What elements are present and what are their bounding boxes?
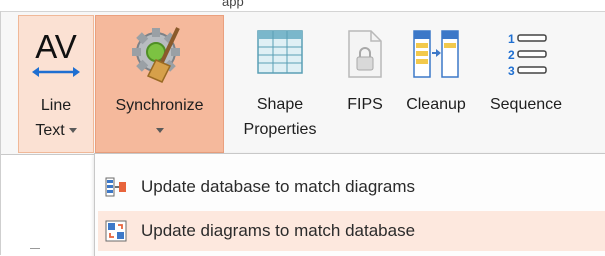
left-panel-divider	[30, 248, 40, 249]
svg-text:1: 1	[508, 32, 515, 46]
menu-item-update-database[interactable]: Update database to match diagrams	[98, 167, 605, 207]
cleanup-label: Cleanup	[398, 92, 474, 117]
svg-text:AV: AV	[35, 28, 77, 65]
synchronize-label: Synchronize	[96, 93, 223, 143]
table-grid-icon	[254, 21, 306, 90]
cleanup-button[interactable]: Cleanup	[398, 15, 474, 153]
numbered-list-icon: 1 2 3	[500, 21, 552, 90]
partial-title-text: app	[222, 0, 244, 9]
fips-label: FIPS	[337, 92, 393, 117]
chevron-down-icon	[155, 128, 164, 134]
line-text-label-line2: Text	[35, 122, 65, 139]
columns-transfer-icon	[408, 21, 464, 90]
diagram-to-database-icon	[105, 176, 127, 198]
shape-properties-label: Shape Properties	[228, 92, 332, 142]
synchronize-dropdown-menu: Update database to match diagrams Update…	[94, 153, 605, 256]
chevron-down-icon	[68, 128, 77, 134]
sequence-label-line1: Sequence	[489, 96, 563, 113]
shape-properties-button[interactable]: Shape Properties	[228, 15, 332, 153]
fips-label-line1: FIPS	[347, 96, 383, 113]
synchronize-button[interactable]: Synchronize	[95, 15, 224, 153]
svg-text:3: 3	[508, 64, 515, 78]
gear-broom-icon	[128, 22, 192, 91]
fips-button[interactable]: FIPS	[337, 15, 393, 153]
menu-item-label: Update diagrams to match database	[141, 221, 416, 240]
synchronize-label-line1: Synchronize	[115, 97, 204, 114]
av-arrow-icon: AV	[30, 22, 82, 91]
shape-properties-label-line1: Shape	[256, 96, 304, 113]
svg-text:2: 2	[508, 48, 515, 62]
line-text-button[interactable]: AV Line Text	[18, 15, 94, 153]
shape-properties-label-line2: Properties	[243, 121, 317, 138]
menu-item-label: Update database to match diagrams	[141, 177, 416, 196]
ribbon-left-edge	[0, 11, 1, 255]
menu-item-update-diagrams[interactable]: Update diagrams to match database	[98, 211, 605, 251]
sequence-button[interactable]: 1 2 3 Sequence	[478, 15, 574, 153]
document-lock-icon	[343, 21, 387, 90]
database-to-diagram-icon	[105, 220, 127, 242]
sequence-label: Sequence	[478, 92, 574, 117]
cleanup-label-line1: Cleanup	[406, 96, 466, 113]
line-text-label: Line Text	[19, 93, 93, 143]
line-text-label-line1: Line	[40, 97, 72, 114]
